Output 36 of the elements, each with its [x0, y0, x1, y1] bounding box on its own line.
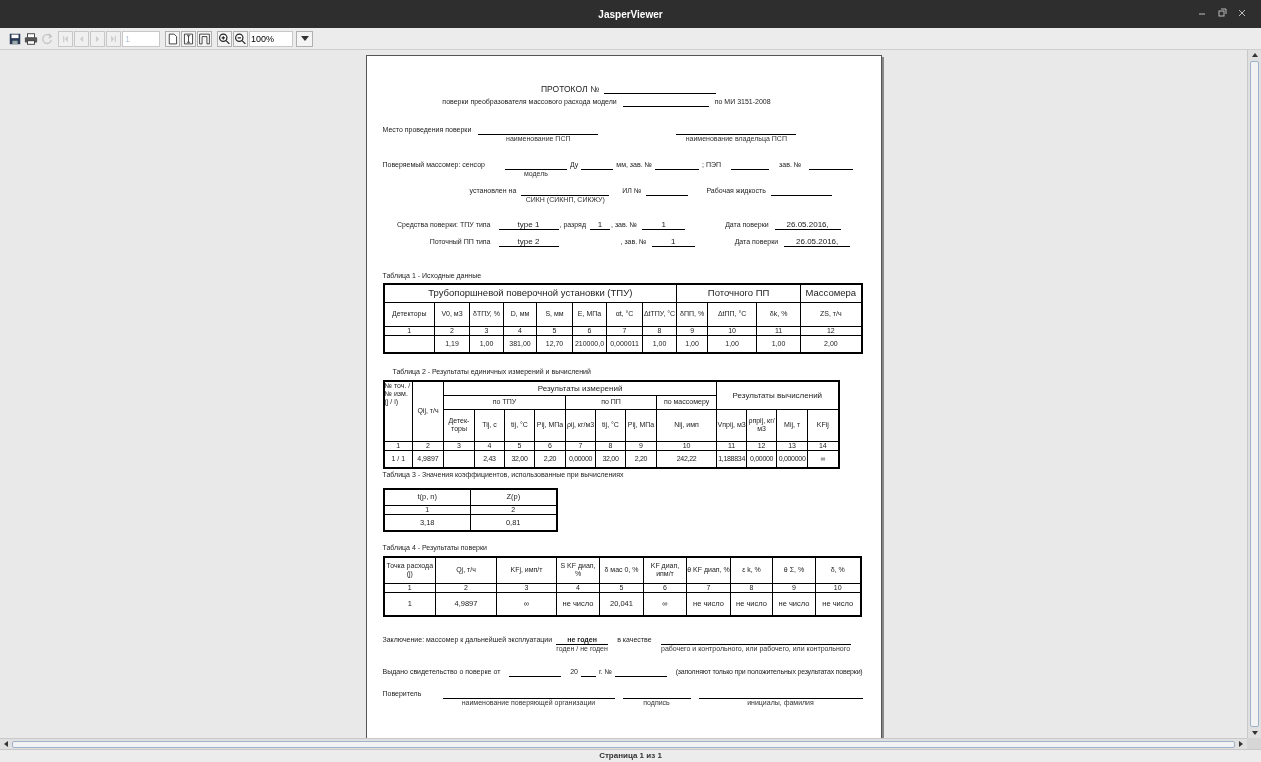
fill-in-line: 1 [651, 237, 695, 247]
printer-icon [23, 31, 38, 46]
fill-in-line: 1 [642, 220, 686, 230]
circular-arrow-icon [39, 31, 54, 46]
caret-icon [300, 36, 309, 41]
fill-in-line: type 1 [498, 220, 559, 230]
column-header: Результаты измерений [443, 381, 717, 395]
zoom-out-icon [234, 31, 247, 46]
page-icon [166, 31, 179, 46]
fit-width-icon [198, 31, 211, 46]
scroll-down-icon[interactable] [1250, 729, 1259, 737]
scrollbar-thumb[interactable] [12, 740, 1235, 748]
zoom-out-button[interactable] [233, 30, 248, 47]
fit-width-button[interactable] [197, 30, 212, 47]
zoom-field[interactable]: 100% [249, 30, 293, 47]
vertical-scrollbar[interactable] [1247, 50, 1261, 738]
zoom-dropdown-button[interactable] [296, 30, 313, 47]
scrollbar-thumb[interactable] [1250, 61, 1259, 727]
page-count-text: Страница 1 из 1 [599, 751, 662, 761]
fill-in-line: 26.05.2016, [774, 220, 841, 230]
column-header: Трубопоршневой поверочной установки (ТПУ) [383, 284, 677, 302]
fill-in-line: 1 [590, 220, 610, 230]
print-button[interactable] [23, 30, 38, 47]
fit-page-icon [182, 31, 195, 46]
fill-in-line: type 2 [498, 237, 559, 247]
horizontal-scrollbar[interactable] [0, 738, 1247, 749]
fit-page-button[interactable] [181, 30, 196, 47]
zoom-in-button[interactable] [217, 30, 232, 47]
fill-in-line: 26.05.2016, [784, 237, 851, 247]
zoom-in-icon [218, 31, 231, 46]
report-title: ПРОТОКОЛ № [540, 84, 600, 94]
restore-icon[interactable] [1217, 8, 1227, 18]
window-title: JasperViewer [598, 7, 663, 22]
column-header: Поточного ПП [676, 284, 801, 302]
actual-size-button[interactable] [165, 30, 180, 47]
close-icon[interactable] [1237, 8, 1247, 18]
